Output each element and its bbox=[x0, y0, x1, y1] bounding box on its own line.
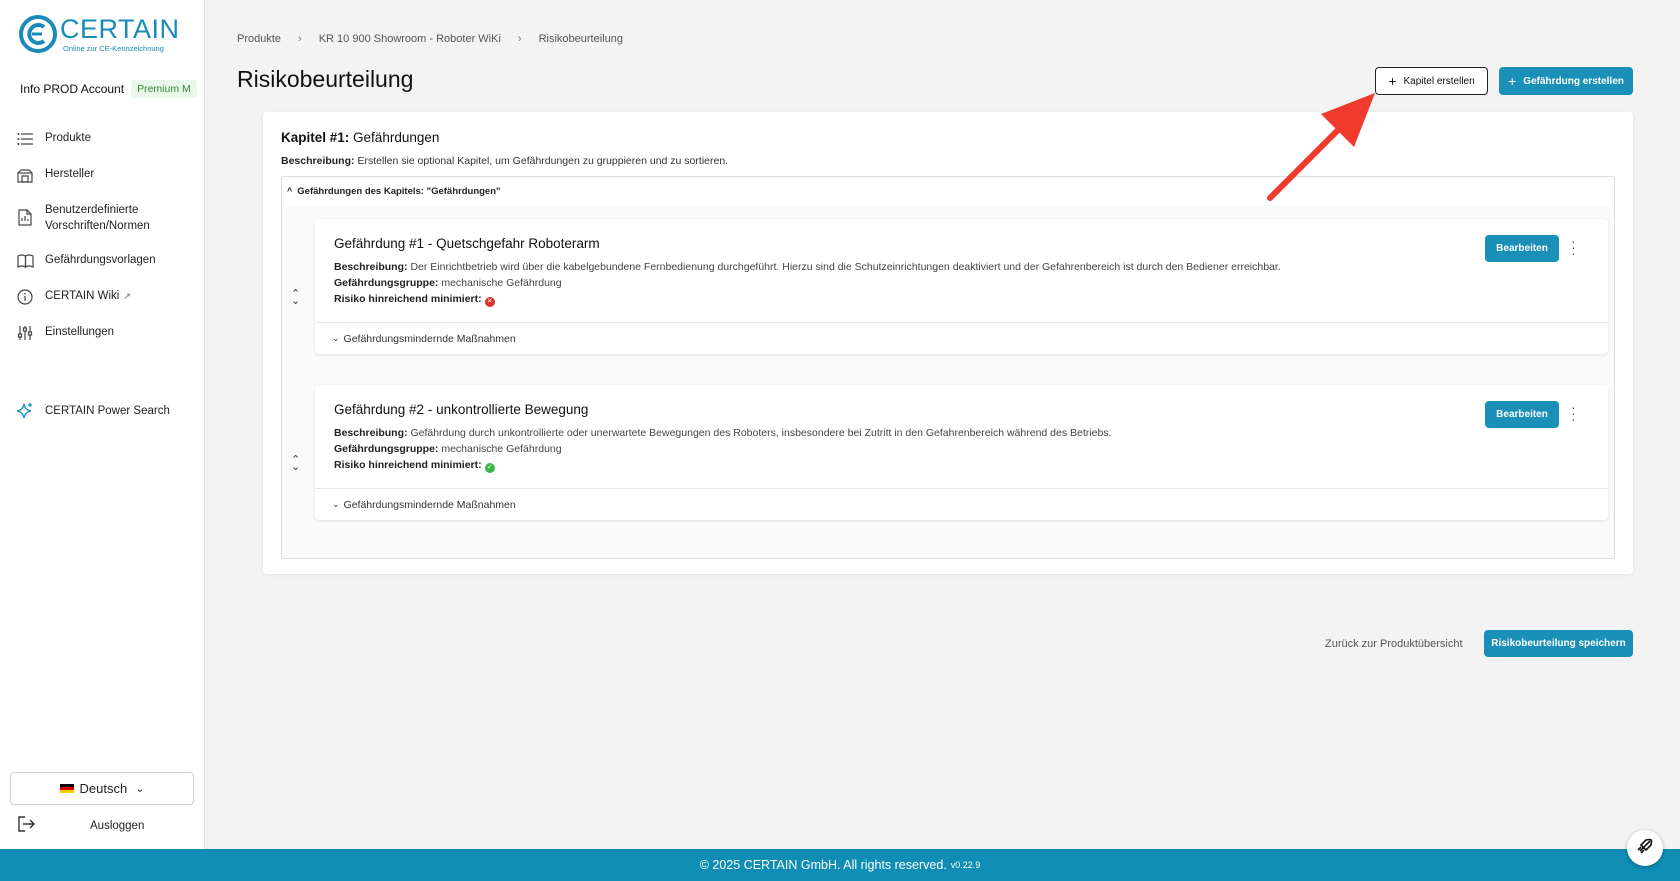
plan-badge: Premium M bbox=[131, 80, 197, 98]
hazard-description: Der Einrichtbetrieb wird über die kabelg… bbox=[410, 261, 1281, 273]
measures-toggle[interactable]: ⌄ Gefährdungsmindernde Maßnahmen bbox=[315, 322, 1608, 354]
status-check-icon: ✓ bbox=[484, 463, 495, 473]
hazard-group-value: mechanische Gefährdung bbox=[441, 443, 562, 455]
factory-icon bbox=[16, 166, 34, 184]
measures-label: Gefährdungsmindernde Maßnahmen bbox=[343, 498, 516, 511]
sidebar-item-label: Gefährdungsvorlagen bbox=[45, 254, 156, 266]
book-icon bbox=[16, 252, 34, 270]
hazard-description: Gefährdung durch unkontrollierte oder un… bbox=[410, 427, 1112, 439]
chapter-desc-label: Beschreibung: bbox=[281, 155, 355, 167]
hazard-group-value: mechanische Gefährdung bbox=[441, 277, 562, 289]
sliders-icon bbox=[16, 324, 34, 342]
sidebar-item-label: Hersteller bbox=[45, 168, 95, 180]
sidebar-item-label: CERTAIN Wiki bbox=[45, 290, 120, 302]
desc-label: Beschreibung: bbox=[334, 427, 408, 439]
footer: © 2025 CERTAIN GmbH. All rights reserved… bbox=[0, 849, 1680, 881]
sidebar-item-produkte[interactable]: Produkte bbox=[16, 130, 196, 148]
more-vertical-icon[interactable]: · · · bbox=[1571, 234, 1576, 260]
chapter-card: Kapitel #1: Gefährdungen Beschreibung: E… bbox=[263, 112, 1633, 574]
chapter-prefix: Kapitel #1: bbox=[281, 130, 350, 145]
logout-label: Ausloggen bbox=[90, 819, 145, 832]
document-icon bbox=[16, 208, 34, 226]
desc-label: Beschreibung: bbox=[334, 261, 408, 273]
sidebar-item-einstellungen[interactable]: Einstellungen bbox=[16, 324, 196, 342]
create-chapter-button[interactable]: + Kapitel erstellen bbox=[1375, 67, 1488, 95]
logout-button[interactable]: Ausloggen bbox=[18, 816, 198, 835]
sidebar-nav: Produkte Hersteller Benutzerdefinierte V… bbox=[16, 130, 196, 360]
logo-name: CERTAIN bbox=[60, 14, 180, 44]
create-chapter-label: Kapitel erstellen bbox=[1403, 75, 1475, 87]
help-fab-button[interactable] bbox=[1627, 830, 1663, 866]
create-hazard-button[interactable]: + Gefährdung erstellen bbox=[1499, 67, 1633, 95]
sidebar-item-wiki[interactable]: CERTAIN Wiki ↗ bbox=[16, 288, 196, 306]
hazard-group: ^ Gefährdungen des Kapitels: "Gefährdung… bbox=[281, 176, 1615, 559]
footer-copyright: © 2025 CERTAIN GmbH. All rights reserved… bbox=[699, 858, 947, 872]
back-to-products-link[interactable]: Zurück zur Produktübersicht bbox=[1325, 638, 1463, 650]
breadcrumb-item-product[interactable]: KR 10 900 Showroom - Roboter WiKi bbox=[319, 33, 501, 45]
hazard-title: Gefährdung #2 - unkontrollierte Bewegung bbox=[334, 402, 589, 417]
sort-handle-icon[interactable]: ⌃ ⌄ bbox=[291, 455, 300, 473]
sidebar-item-vorschriften[interactable]: Benutzerdefinierte Vorschriften/Normen bbox=[16, 202, 196, 234]
hazard-card: ⌃ ⌄ Gefährdung #2 - unkontrollierte Beweg… bbox=[291, 385, 1608, 520]
hazard-details: Beschreibung: Gefährdung durch unkontrol… bbox=[334, 425, 1111, 473]
sparkle-icon bbox=[16, 402, 34, 420]
status-error-icon: ✕ bbox=[484, 297, 495, 307]
sidebar: CERTAIN Online zur CE-Kennzeichnung Info… bbox=[0, 0, 205, 849]
chevron-down-icon: ⌄ bbox=[135, 783, 145, 795]
chevron-right-icon: › bbox=[517, 33, 522, 45]
sidebar-item-gefaehrdungsvorlagen[interactable]: Gefährdungsvorlagen bbox=[16, 252, 196, 270]
logo-tagline: Online zur CE-Kennzeichnung bbox=[63, 44, 164, 53]
create-hazard-label: Gefährdung erstellen bbox=[1523, 75, 1624, 87]
breadcrumb-item-current: Risikobeurteilung bbox=[538, 33, 623, 45]
plus-icon: + bbox=[1388, 73, 1397, 89]
sidebar-item-label: Produkte bbox=[45, 132, 92, 144]
chapter-desc-text: Erstellen sie optional Kapitel, um Gefäh… bbox=[357, 155, 729, 167]
hazard-group-toggle[interactable]: ^ Gefährdungen des Kapitels: "Gefährdung… bbox=[282, 177, 1614, 205]
chapter-name: Gefährdungen bbox=[353, 130, 440, 145]
chevron-down-icon: ⌄ bbox=[332, 499, 340, 509]
edit-button[interactable]: Bearbeiten bbox=[1485, 235, 1559, 262]
chapter-title: Kapitel #1: Gefährdungen bbox=[281, 130, 439, 145]
list-icon bbox=[16, 130, 34, 148]
edit-button[interactable]: Bearbeiten bbox=[1485, 401, 1559, 428]
measures-label: Gefährdungsmindernde Maßnahmen bbox=[343, 332, 516, 345]
chapter-description: Beschreibung: Erstellen sie optional Kap… bbox=[281, 155, 728, 167]
plus-icon: + bbox=[1508, 73, 1517, 89]
chevron-up-icon: ^ bbox=[287, 186, 293, 196]
page-title: Risikobeurteilung bbox=[237, 66, 414, 92]
external-link-icon: ↗ bbox=[123, 291, 131, 301]
account-info: Info PROD Account Premium M bbox=[20, 80, 197, 98]
certain-logo-icon bbox=[18, 14, 58, 54]
power-search-link[interactable]: CERTAIN Power Search bbox=[16, 402, 170, 420]
power-search-label: CERTAIN Power Search bbox=[45, 405, 170, 417]
sidebar-item-hersteller[interactable]: Hersteller bbox=[16, 166, 196, 184]
app-version: v0.22.9 bbox=[950, 860, 981, 870]
language-select[interactable]: Deutsch ⌄ bbox=[10, 772, 194, 805]
language-label: Deutsch bbox=[79, 781, 128, 796]
hazard-card: ⌃ ⌄ Gefährdung #1 - Quetschgefahr Roboter… bbox=[291, 219, 1608, 354]
sort-handle-icon[interactable]: ⌃ ⌄ bbox=[291, 289, 300, 307]
info-icon bbox=[16, 288, 34, 306]
logout-icon bbox=[18, 816, 36, 835]
sidebar-item-label: Einstellungen bbox=[45, 326, 115, 338]
breadcrumb-item-produkte[interactable]: Produkte bbox=[237, 33, 281, 45]
chevron-down-icon: ⌄ bbox=[332, 333, 340, 343]
rocket-icon bbox=[1636, 837, 1654, 860]
more-vertical-icon[interactable]: · · · bbox=[1571, 400, 1576, 426]
chevron-right-icon: › bbox=[298, 33, 302, 45]
group-label: Gefährdungsgruppe: bbox=[334, 443, 439, 455]
measures-toggle[interactable]: ⌄ Gefährdungsmindernde Maßnahmen bbox=[315, 488, 1608, 520]
hazard-group-label: Gefährdungen des Kapitels: "Gefährdungen… bbox=[297, 185, 501, 197]
breadcrumb: Produkte › KR 10 900 Showroom - Roboter … bbox=[237, 33, 623, 45]
account-name: Info PROD Account bbox=[20, 82, 125, 96]
hazard-details: Beschreibung: Der Einrichtbetrieb wird ü… bbox=[334, 259, 1281, 307]
risk-label: Risiko hinreichend minimiert: bbox=[334, 459, 482, 471]
risk-label: Risiko hinreichend minimiert: bbox=[334, 293, 482, 305]
certain-logo[interactable]: CERTAIN Online zur CE-Kennzeichnung bbox=[18, 14, 180, 54]
group-label: Gefährdungsgruppe: bbox=[334, 277, 439, 289]
save-assessment-button[interactable]: Risikobeurteilung speichern bbox=[1484, 630, 1633, 657]
german-flag-icon bbox=[59, 784, 74, 793]
sidebar-item-label: Benutzerdefinierte Vorschriften/Normen bbox=[45, 204, 150, 232]
hazard-title: Gefährdung #1 - Quetschgefahr Roboterarm bbox=[334, 236, 600, 251]
